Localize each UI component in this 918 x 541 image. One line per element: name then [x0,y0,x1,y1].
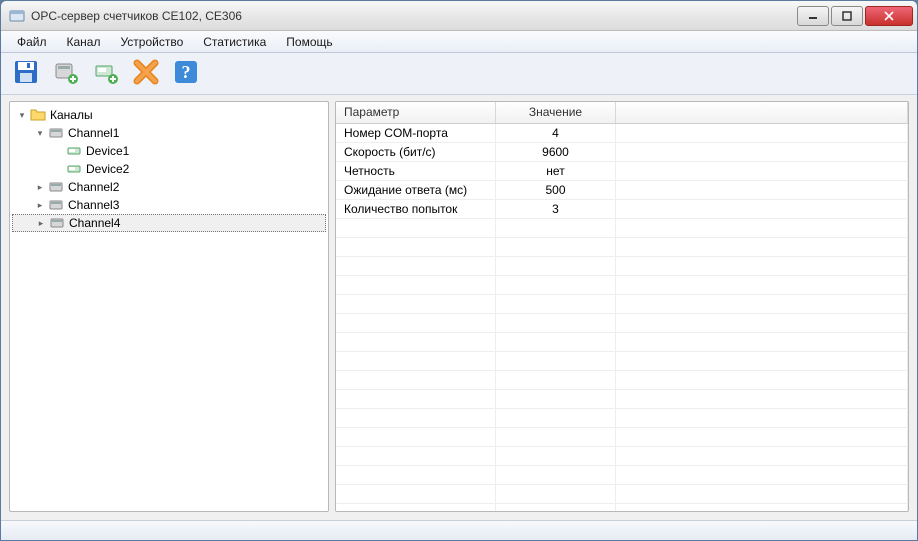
node-label: Channel1 [68,126,119,140]
properties-panel: Параметр Значение Номер COM-порта4Скорос… [335,101,909,512]
empty-row [336,276,908,295]
expand-icon[interactable]: ▸ [34,181,46,193]
tree-device[interactable]: ▸Device2 [12,160,326,178]
property-value[interactable]: 4 [496,124,616,142]
empty-row [336,371,908,390]
col-parameter[interactable]: Параметр [336,102,496,123]
grid-header: Параметр Значение [336,102,908,124]
property-name: Количество попыток [336,200,496,218]
window-controls [795,6,913,26]
collapse-icon[interactable]: ▾ [34,127,46,139]
property-row[interactable]: Ожидание ответа (мс)500 [336,181,908,200]
node-label: Channel3 [68,198,119,212]
menu-channel[interactable]: Канал [57,33,111,51]
grid-body: Номер COM-порта4Скорость (бит/с)9600Четн… [336,124,908,511]
node-label: Device1 [86,144,129,158]
help-button[interactable]: ? [169,57,203,91]
property-value[interactable]: 9600 [496,143,616,161]
property-row[interactable]: Четностьнет [336,162,908,181]
menu-file[interactable]: Файл [7,33,57,51]
empty-row [336,409,908,428]
empty-row [336,333,908,352]
node-label: Device2 [86,162,129,176]
channel-icon [48,179,64,195]
toolbar: ? [1,53,917,95]
property-row[interactable]: Скорость (бит/с)9600 [336,143,908,162]
window-title: OPC-сервер счетчиков CE102, CE306 [31,9,795,23]
maximize-button[interactable] [831,6,863,26]
empty-row [336,390,908,409]
node-label: Каналы [50,108,93,122]
tree-channel[interactable]: ▸ Channel3 [12,196,326,214]
delete-icon [133,59,159,88]
empty-row [336,485,908,504]
cell-spacer [616,181,908,199]
empty-row [336,447,908,466]
empty-row [336,504,908,511]
cell-spacer [616,162,908,180]
help-icon: ? [172,58,200,89]
svg-text:?: ? [182,62,191,82]
empty-row [336,219,908,238]
empty-row [336,314,908,333]
content-area: ▾Каналы▾Channel1▸Device1▸Device2▸Channel… [1,95,917,520]
menubar: Файл Канал Устройство Статистика Помощь [1,31,917,53]
property-row[interactable]: Количество попыток3 [336,200,908,219]
property-name: Номер COM-порта [336,124,496,142]
channel-icon [48,197,64,213]
property-row[interactable]: Номер COM-порта4 [336,124,908,143]
property-value[interactable]: нет [496,162,616,180]
property-name: Ожидание ответа (мс) [336,181,496,199]
cell-spacer [616,143,908,161]
save-button[interactable] [9,57,43,91]
channel-tree[interactable]: ▾Каналы▾Channel1▸Device1▸Device2▸Channel… [10,102,328,236]
delete-button[interactable] [129,57,163,91]
add-channel-button[interactable] [49,57,83,91]
menu-statistics[interactable]: Статистика [193,33,276,51]
tree-channel[interactable]: ▾ Channel1 [12,124,326,142]
property-value[interactable]: 500 [496,181,616,199]
tree-channel[interactable]: ▸ Channel2 [12,178,326,196]
statusbar [1,520,917,540]
titlebar: OPC-сервер счетчиков CE102, CE306 [1,1,917,31]
folder-icon [30,107,46,123]
empty-row [336,238,908,257]
node-label: Channel2 [68,180,119,194]
collapse-icon[interactable]: ▾ [16,109,28,121]
save-icon [12,58,40,89]
tree-device[interactable]: ▸Device1 [12,142,326,160]
close-button[interactable] [865,6,913,26]
tree-root[interactable]: ▾ Каналы [12,106,326,124]
app-window: OPC-сервер счетчиков CE102, CE306 Файл К… [0,0,918,541]
add-device-icon [92,58,120,89]
expand-icon[interactable]: ▸ [35,217,47,229]
add-device-button[interactable] [89,57,123,91]
app-icon [9,8,25,24]
channel-icon [48,125,64,141]
cell-spacer [616,124,908,142]
empty-row [336,466,908,485]
empty-row [336,257,908,276]
device-icon [66,143,82,159]
device-icon [66,161,82,177]
menu-help[interactable]: Помощь [276,33,342,51]
add-channel-icon [52,58,80,89]
node-label: Channel4 [69,216,120,230]
cell-spacer [616,200,908,218]
tree-panel: ▾Каналы▾Channel1▸Device1▸Device2▸Channel… [9,101,329,512]
property-name: Четность [336,162,496,180]
empty-row [336,352,908,371]
tree-channel[interactable]: ▸ Channel4 [12,214,326,232]
property-name: Скорость (бит/с) [336,143,496,161]
channel-icon [49,215,65,231]
empty-row [336,295,908,314]
expand-icon[interactable]: ▸ [34,199,46,211]
col-value[interactable]: Значение [496,102,616,123]
empty-row [336,428,908,447]
minimize-button[interactable] [797,6,829,26]
menu-device[interactable]: Устройство [110,33,193,51]
property-value[interactable]: 3 [496,200,616,218]
col-spacer [616,102,908,123]
